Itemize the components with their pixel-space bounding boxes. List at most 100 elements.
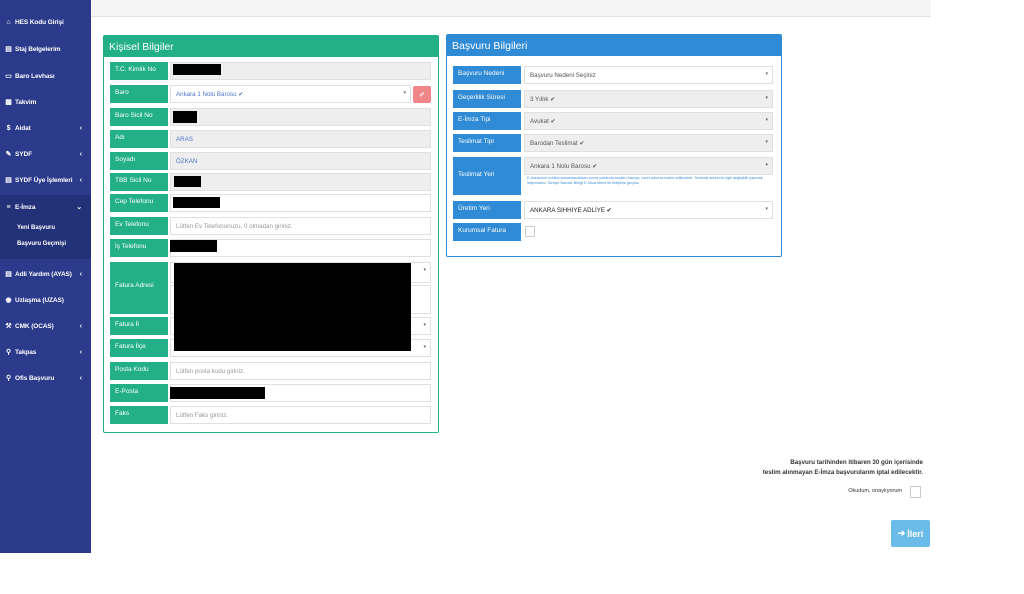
tbb-field bbox=[170, 173, 431, 191]
label-baro: Baro bbox=[110, 85, 168, 103]
baro-sicil-field bbox=[170, 108, 431, 126]
eraser-icon: ✐ bbox=[419, 91, 425, 99]
card-icon: ▭ bbox=[5, 73, 12, 80]
panel-title: Kişisel Bilgiler bbox=[104, 36, 438, 57]
redaction bbox=[174, 263, 411, 351]
label-basvuru-nedeni: Başvuru Nedeni bbox=[453, 66, 521, 84]
caret-down-icon: ▾ bbox=[765, 206, 768, 212]
sidebar-item-uzlasma[interactable]: ◉ Uzlaşma (UZAS) bbox=[0, 289, 91, 311]
teslimat-note: E-imzanızın üretimi tamamlandıktan sonra… bbox=[527, 176, 763, 185]
next-button[interactable]: ➔ İleri bbox=[891, 520, 930, 547]
teslimat-yeri-select[interactable]: Ankara 1 Nolu Barosu ✔ ▾ bbox=[524, 157, 773, 175]
chevron-left-icon: ‹ bbox=[79, 348, 82, 356]
sidebar-item-takvim[interactable]: ▦ Takvim bbox=[0, 91, 91, 113]
sidebar-item-baro-levhasi[interactable]: ▭ Baro Levhası bbox=[0, 65, 91, 87]
sidebar-item-aidat[interactable]: $ Aidat ‹ bbox=[0, 117, 91, 139]
label-uretim-yeri: Üretim Yeri bbox=[453, 201, 521, 219]
kurumsal-fatura-checkbox[interactable] bbox=[525, 226, 535, 237]
ev-telefonu-field[interactable]: Lütfen Ev Telefonunuzu, 0 olmadan girini… bbox=[170, 217, 431, 235]
pen-icon: ✎ bbox=[5, 151, 12, 158]
document-icon: ▤ bbox=[5, 46, 12, 53]
sidebar-subitem-basvuru-gecmisi[interactable]: Başvuru Geçmişi bbox=[17, 241, 66, 247]
sidebar-item-staj[interactable]: ▤ Staj Belgelerim bbox=[0, 38, 91, 60]
chevron-left-icon: ‹ bbox=[79, 322, 82, 330]
caret-down-icon: ▾ bbox=[423, 267, 426, 273]
caret-down-icon: ▾ bbox=[403, 90, 406, 96]
caret-down-icon: ▾ bbox=[765, 95, 768, 101]
label-posta: Posta Kodu bbox=[110, 362, 168, 380]
eraser-button[interactable]: ✐ bbox=[413, 86, 431, 103]
search-icon: ⚲ bbox=[5, 375, 12, 382]
label-fatura-adresi: Fatura Adresi bbox=[110, 262, 168, 314]
confirm-checkbox[interactable] bbox=[910, 486, 921, 498]
chevron-left-icon: ‹ bbox=[79, 176, 82, 184]
label-fatura-il: Fatura İl bbox=[110, 317, 168, 335]
label-eposta: E-Posta bbox=[110, 384, 168, 402]
sidebar-item-sydf-uye[interactable]: ▤ SYDF Üye İşlemleri ‹ bbox=[0, 169, 91, 191]
sidebar-item-hes[interactable]: ⌂ HES Kodu Girişi bbox=[0, 11, 91, 33]
sidebar-item-sydf[interactable]: ✎ SYDF ‹ bbox=[0, 143, 91, 165]
label-teslimat-tipi: Teslimat Tipi bbox=[453, 134, 521, 152]
sidebar-item-eimza[interactable]: ≡ E-İmza ⌄ bbox=[0, 196, 91, 218]
caret-down-icon: ▾ bbox=[423, 344, 426, 350]
document-icon: ▤ bbox=[5, 271, 12, 278]
label-eimza-tipi: E-İmza Tipi bbox=[453, 112, 521, 130]
sidebar-item-takpas[interactable]: ⚲ Takpas ‹ bbox=[0, 341, 91, 363]
panel-title: Başvuru Bilgileri bbox=[447, 35, 781, 56]
sidebar: Yeni Başvuru Başvuru Geçmişi ⌂ HES Kodu G… bbox=[0, 0, 91, 553]
sidebar-item-cmk[interactable]: ⚒ CMK (OCAS) ‹ bbox=[0, 315, 91, 337]
caret-down-icon: ▾ bbox=[765, 162, 768, 168]
search-icon: ⚲ bbox=[5, 349, 12, 356]
sidebar-item-ofis-basvuru[interactable]: ⚲ Ofis Başvuru ‹ bbox=[0, 367, 91, 389]
list-icon: ▤ bbox=[5, 177, 12, 184]
caret-down-icon: ▾ bbox=[765, 71, 768, 77]
label-ev: Ev Telefonu bbox=[110, 217, 168, 235]
uretim-yeri-select[interactable]: ANKARA SIHHIYE ADLİYE ✔ ▾ bbox=[524, 201, 773, 219]
label-cep: Cep Telefonu bbox=[110, 194, 168, 212]
label-kurumsal-fatura: Kurumsal Fatura bbox=[453, 223, 521, 241]
label-tbb: TBB Sicil No bbox=[110, 173, 168, 191]
redaction bbox=[173, 64, 221, 75]
top-bar bbox=[91, 0, 931, 17]
baro-select[interactable]: Ankara 1 Nolu Barosu ✔ ▾ bbox=[170, 85, 411, 103]
redaction bbox=[170, 240, 217, 252]
label-adi: Adı bbox=[110, 130, 168, 148]
chevron-left-icon: ‹ bbox=[79, 124, 82, 132]
chevron-left-icon: ‹ bbox=[79, 270, 82, 278]
adi-field: ARAS bbox=[170, 130, 431, 148]
label-is: İş Telefonu bbox=[110, 239, 168, 257]
caret-down-icon: ▾ bbox=[765, 117, 768, 123]
sidebar-subitem-yeni-basvuru[interactable]: Yeni Başvuru bbox=[17, 225, 55, 231]
faks-field[interactable]: Lütfen Faks giriniz. bbox=[170, 406, 431, 424]
confirm-label: Okudum, onaylıyorum bbox=[848, 488, 902, 494]
gavel-icon: ⚒ bbox=[5, 323, 12, 330]
label-faks: Faks bbox=[110, 406, 168, 424]
label-tc: T.C. Kimlik No bbox=[110, 62, 168, 80]
redaction bbox=[173, 197, 220, 208]
calendar-icon: ▦ bbox=[5, 99, 12, 106]
label-baro-sicil: Baro Sicil No bbox=[110, 108, 168, 126]
redaction bbox=[174, 176, 201, 187]
chevron-left-icon: ‹ bbox=[79, 150, 82, 158]
caret-down-icon: ▾ bbox=[423, 322, 426, 328]
caret-down-icon: ▾ bbox=[765, 139, 768, 145]
soyadi-field: ÖZKAN bbox=[170, 152, 431, 170]
teslimat-tipi-select[interactable]: Barodan Teslimat ✔ ▾ bbox=[524, 134, 773, 152]
chevron-left-icon: ‹ bbox=[79, 374, 82, 382]
basvuru-nedeni-select[interactable]: Başvuru Nedeni Seçiniz ▾ bbox=[524, 66, 773, 84]
house-person-icon: ⌂ bbox=[6, 18, 11, 26]
notice-text: Başvuru tarihinden itibaren 30 gün içeri… bbox=[762, 459, 923, 476]
eye-icon: ◉ bbox=[5, 297, 12, 304]
gecerlilik-select[interactable]: 3 Yıllık ✔ ▾ bbox=[524, 90, 773, 108]
redaction bbox=[170, 387, 265, 399]
label-fatura-ilce: Fatura İlçe bbox=[110, 339, 168, 357]
redaction bbox=[173, 111, 197, 123]
chevron-down-icon: ⌄ bbox=[76, 204, 82, 211]
menu-icon: ≡ bbox=[6, 203, 11, 211]
posta-kodu-field[interactable]: Lütfen posta kodu giriniz. bbox=[170, 362, 431, 380]
sidebar-item-adli-yardim[interactable]: ▤ Adli Yardım (AYAS) ‹ bbox=[0, 263, 91, 285]
arrow-right-icon: ➔ bbox=[897, 528, 906, 538]
label-teslimat-yeri: Teslimat Yeri bbox=[453, 157, 521, 195]
eimza-tipi-select[interactable]: Avukat ✔ ▾ bbox=[524, 112, 773, 130]
label-soyadi: Soyadı bbox=[110, 152, 168, 170]
